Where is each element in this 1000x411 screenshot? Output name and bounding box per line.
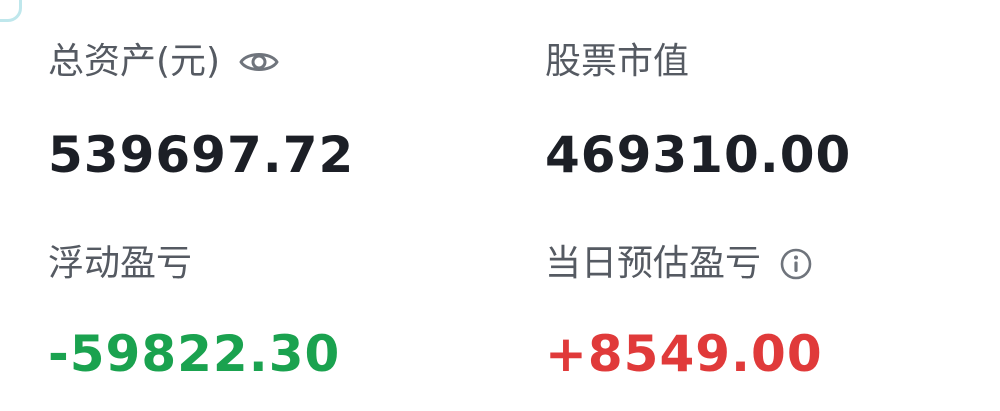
eye-icon[interactable] xyxy=(238,47,280,77)
total-assets-label: 总资产(元) xyxy=(48,41,221,82)
floating-pnl-value: -59822.30 xyxy=(48,325,341,383)
corner-decoration xyxy=(0,0,22,22)
today-estimated-pnl-value: +8549.00 xyxy=(545,325,823,383)
today-estimated-pnl-label-row: 当日预估盈亏 xyxy=(545,244,813,284)
floating-pnl-label-row: 浮动盈亏 xyxy=(48,244,192,284)
stock-market-value-label-row: 股票市值 xyxy=(545,42,689,82)
total-assets-value: 539697.72 xyxy=(48,126,355,184)
total-assets-label-row: 总资产(元) xyxy=(48,42,280,82)
info-icon[interactable] xyxy=(779,247,813,281)
account-summary-card: 总资产(元) 539697.72 股票市值 469310.00 浮动盈亏 -59… xyxy=(0,0,1000,411)
stock-market-value-value: 469310.00 xyxy=(545,126,852,184)
floating-pnl-label: 浮动盈亏 xyxy=(48,243,193,284)
stock-market-value-label: 股票市值 xyxy=(545,41,690,82)
today-estimated-pnl-label: 当日预估盈亏 xyxy=(545,243,762,284)
